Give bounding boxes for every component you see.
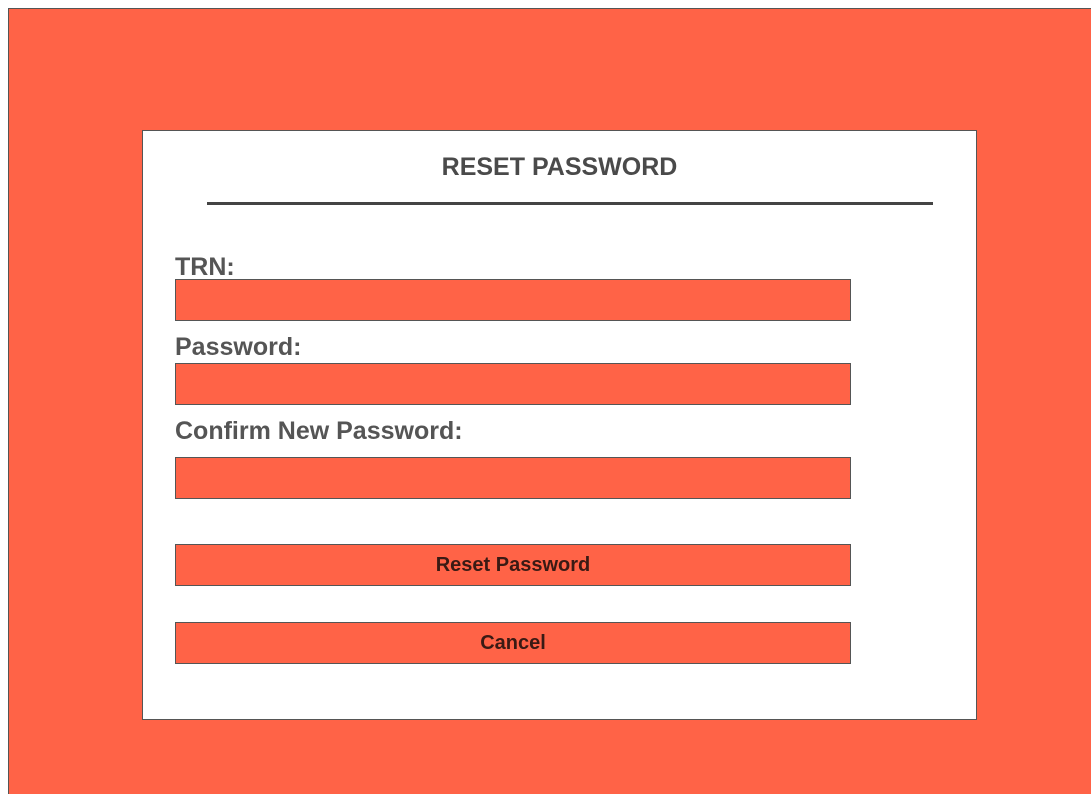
reset-password-dialog: RESET PASSWORD TRN: Password: Confirm Ne… — [142, 130, 977, 720]
password-label: Password: — [175, 333, 302, 361]
password-input[interactable] — [175, 363, 851, 405]
reset-password-button[interactable]: Reset Password — [175, 544, 851, 586]
trn-input[interactable] — [175, 279, 851, 321]
confirm-password-input[interactable] — [175, 457, 851, 499]
confirm-password-label: Confirm New Password: — [175, 417, 463, 445]
page-background: RESET PASSWORD TRN: Password: Confirm Ne… — [8, 8, 1091, 794]
dialog-title: RESET PASSWORD — [441, 153, 678, 181]
title-divider — [207, 202, 933, 205]
trn-label: TRN: — [175, 253, 235, 281]
cancel-button[interactable]: Cancel — [175, 622, 851, 664]
